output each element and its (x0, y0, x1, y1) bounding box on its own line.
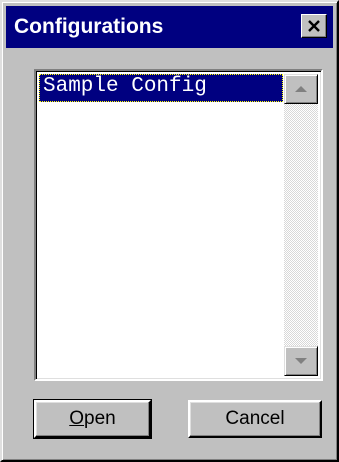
open-button-mnemonic: O (69, 408, 85, 429)
close-icon (308, 20, 320, 32)
configurations-listbox[interactable]: Sample Config (34, 69, 323, 381)
scroll-up-button[interactable] (284, 74, 318, 104)
configurations-dialog: Configurations Sample Config Open Cancel (0, 0, 339, 462)
open-button[interactable]: Open (33, 399, 152, 439)
vertical-scrollbar[interactable] (284, 74, 318, 376)
window-title: Configurations (14, 15, 164, 38)
scroll-down-arrow-icon (295, 358, 307, 364)
cancel-button[interactable]: Cancel (188, 400, 322, 438)
scroll-up-arrow-icon (295, 86, 307, 92)
close-button[interactable] (301, 14, 327, 38)
title-bar[interactable]: Configurations (6, 6, 333, 48)
cancel-button-label: Cancel (225, 408, 285, 429)
list-items: Sample Config (39, 74, 283, 376)
scroll-down-button[interactable] (284, 346, 318, 376)
list-item-sample-config[interactable]: Sample Config (39, 74, 283, 102)
open-button-label: pen (84, 408, 116, 429)
